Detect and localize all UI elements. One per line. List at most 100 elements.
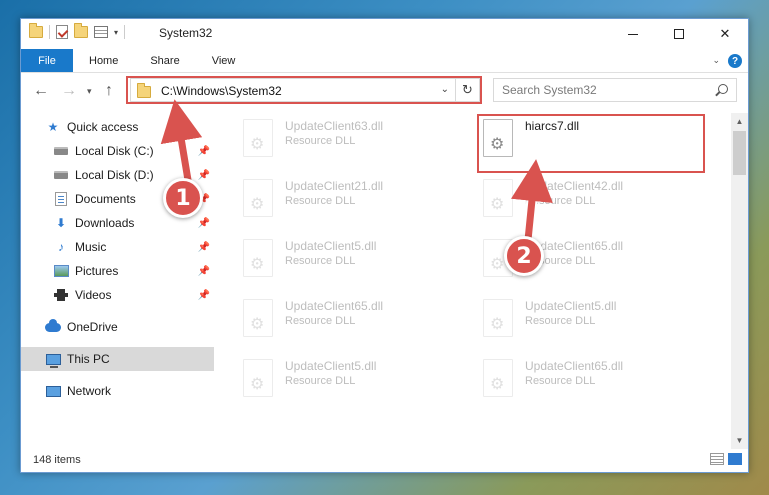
file-type: Resource DLL	[525, 315, 596, 327]
minimize-icon	[628, 33, 638, 35]
vertical-scrollbar[interactable]: ▲ ▼	[731, 113, 748, 449]
up-arrow-icon[interactable]: ↑	[105, 82, 113, 100]
scroll-down-icon[interactable]: ▼	[731, 432, 748, 449]
videos-icon	[53, 288, 69, 302]
file-item[interactable]: UpdateClient5.dll Resource DLL	[239, 353, 469, 405]
sidebar-item-music[interactable]: ♪ Music 📌	[21, 235, 214, 259]
properties-check-icon[interactable]	[56, 25, 68, 39]
search-box[interactable]	[493, 78, 737, 102]
sidebar-item-label: Music	[75, 240, 107, 254]
toolbar-separator	[49, 25, 50, 39]
ribbon-tabs: File Home Share View ⌄ ?	[21, 49, 748, 73]
file-type: Resource DLL	[285, 135, 356, 147]
file-item[interactable]: UpdateClient5.dll Resource DLL	[239, 233, 469, 285]
music-icon: ♪	[58, 240, 64, 254]
file-item[interactable]: UpdateClient42.dll Resource DLL	[479, 173, 709, 225]
new-folder-icon[interactable]	[74, 23, 88, 38]
pictures-icon	[53, 264, 69, 278]
tab-home[interactable]: Home	[73, 49, 134, 72]
file-item[interactable]: UpdateClient65.dll Resource DLL	[479, 353, 709, 405]
quick-access-toolbar: ▾	[29, 23, 126, 39]
file-type: Resource DLL	[285, 255, 356, 267]
sidebar-item-pictures[interactable]: Pictures 📌	[21, 259, 214, 283]
file-name: UpdateClient21.dll	[285, 179, 384, 193]
sidebar-item-label: Documents	[75, 192, 136, 206]
expand-ribbon-icon[interactable]: ⌄	[712, 55, 720, 66]
file-name: UpdateClient65.dll	[285, 299, 384, 313]
pin-icon[interactable]: 📌	[198, 242, 210, 253]
pin-icon[interactable]: 📌	[198, 290, 210, 301]
sidebar-item-onedrive[interactable]: OneDrive	[21, 315, 214, 339]
dll-file-icon	[243, 179, 273, 217]
file-type: Resource DLL	[525, 375, 596, 387]
drive-icon	[53, 144, 69, 158]
dll-file-icon	[483, 359, 513, 397]
network-icon	[45, 384, 61, 398]
search-input[interactable]	[502, 80, 702, 100]
pin-icon[interactable]: 📌	[198, 218, 210, 229]
navigation-pane: ★ Quick access Local Disk (C:) 📌 Local D…	[21, 113, 214, 443]
sidebar-item-label: Pictures	[75, 264, 119, 278]
recent-locations-icon[interactable]: ▾	[87, 86, 92, 97]
sidebar-item-quick-access[interactable]: ★ Quick access	[21, 115, 214, 139]
file-name: UpdateClient5.dll	[525, 299, 617, 313]
file-name: UpdateClient5.dll	[285, 359, 377, 373]
tab-view[interactable]: View	[196, 49, 252, 72]
pin-icon[interactable]: 📌	[198, 146, 210, 157]
dll-file-icon	[483, 299, 513, 337]
tab-share[interactable]: Share	[134, 49, 195, 72]
scroll-up-icon[interactable]: ▲	[731, 113, 748, 130]
file-highlight	[477, 114, 705, 173]
maximize-button[interactable]	[656, 19, 702, 49]
close-button[interactable]: ✕	[702, 19, 748, 49]
back-arrow-icon[interactable]: ←	[33, 82, 49, 100]
scrollbar-thumb[interactable]	[733, 131, 746, 175]
window-title: System32	[159, 26, 213, 40]
sidebar-item-label: Local Disk (D:)	[75, 168, 154, 182]
file-name: UpdateClient42.dll	[525, 179, 624, 193]
dll-file-icon	[483, 179, 513, 217]
file-name: UpdateClient5.dll	[285, 239, 377, 253]
status-bar: 148 items	[21, 448, 748, 472]
file-type: Resource DLL	[285, 195, 356, 207]
close-icon: ✕	[719, 26, 731, 41]
forward-arrow-icon[interactable]: →	[61, 82, 77, 100]
file-item[interactable]: UpdateClient63.dll Resource DLL	[239, 113, 469, 165]
dll-file-icon	[243, 239, 273, 277]
search-icon	[718, 84, 728, 94]
pin-icon[interactable]: 📌	[198, 266, 210, 277]
chevron-down-icon[interactable]: ▾	[114, 28, 118, 37]
address-bar-highlight	[126, 76, 482, 104]
sidebar-item-label: Network	[67, 384, 112, 398]
file-item[interactable]: UpdateClient5.dll Resource DLL	[479, 293, 709, 345]
minimize-button[interactable]	[610, 19, 656, 49]
pin-icon[interactable]: 📌	[198, 170, 210, 181]
view-toggle	[710, 453, 742, 465]
downloads-icon: ⬇	[55, 216, 67, 230]
sidebar-item-videos[interactable]: Videos 📌	[21, 283, 214, 307]
sidebar-item-label: OneDrive	[67, 320, 118, 334]
toolbar-separator	[124, 25, 126, 39]
help-icon[interactable]: ?	[728, 54, 742, 68]
details-view-icon[interactable]	[710, 453, 724, 465]
step-2-callout: 2	[504, 236, 544, 276]
sidebar-item-network[interactable]: Network	[21, 379, 214, 403]
sidebar-item-local-disk-c[interactable]: Local Disk (C:) 📌	[21, 139, 214, 163]
maximize-icon	[674, 29, 684, 39]
tab-file[interactable]: File	[21, 49, 73, 72]
file-item[interactable]: UpdateClient21.dll Resource DLL	[239, 173, 469, 225]
folder-icon	[29, 23, 43, 38]
step-1-callout: 1	[163, 178, 203, 218]
onedrive-icon	[45, 318, 61, 334]
file-item[interactable]: UpdateClient65.dll Resource DLL	[239, 293, 469, 345]
sidebar-item-label: Videos	[75, 288, 112, 302]
customize-toolbar-icon[interactable]	[94, 26, 108, 38]
sidebar-item-label: This PC	[67, 352, 110, 366]
sidebar-item-this-pc[interactable]: This PC	[21, 347, 214, 371]
file-type: Resource DLL	[285, 315, 356, 327]
title-bar: ▾ System32 ✕	[21, 19, 748, 49]
file-name: UpdateClient63.dll	[285, 119, 384, 133]
file-type: Resource DLL	[285, 375, 356, 387]
large-icons-view-icon[interactable]	[728, 453, 742, 465]
window-controls: ✕	[610, 19, 748, 49]
